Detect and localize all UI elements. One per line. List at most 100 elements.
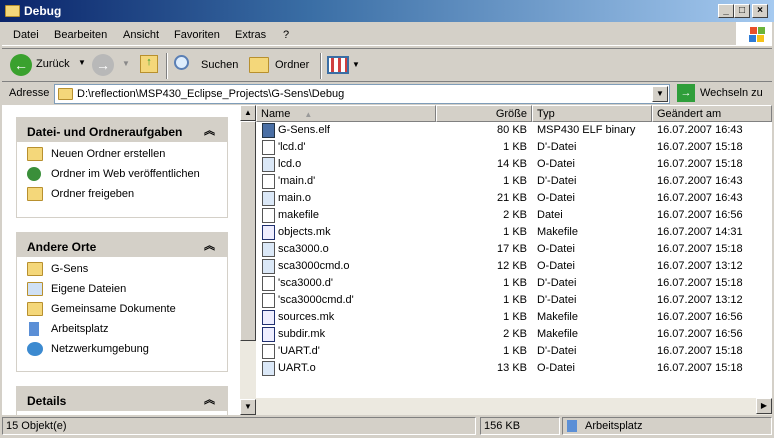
folders-label: Ordner	[275, 59, 310, 71]
folders-button[interactable]: Ordner	[247, 53, 315, 77]
menu-bearbeiten[interactable]: Bearbeiten	[54, 29, 107, 41]
forward-dropdown-icon[interactable]: ▼	[122, 59, 130, 68]
table-row[interactable]: makefile 2 KB Datei 16.07.2007 16:56	[256, 207, 772, 224]
toolbar: ← Zurück ▼ → ▼ ↑ Suchen Ordner ▼	[2, 48, 772, 80]
minimize-button[interactable]: _	[718, 4, 734, 18]
file-modified: 16.07.2007 15:18	[657, 345, 743, 357]
table-row[interactable]: subdir.mk 2 KB Makefile 16.07.2007 16:56	[256, 326, 772, 343]
file-size: 12 KB	[497, 260, 527, 272]
menu-datei[interactable]: Datei	[13, 29, 39, 41]
other-places-header[interactable]: Andere Orte ︽	[17, 233, 227, 257]
file-size: 13 KB	[497, 362, 527, 374]
windows-logo-icon	[736, 22, 772, 46]
scroll-right-button[interactable]: ▶	[756, 398, 772, 414]
file-type: D'-Datei	[537, 277, 577, 289]
menu-favoriten[interactable]: Favoriten	[174, 29, 220, 41]
table-row[interactable]: sca3000.o 17 KB O-Datei 16.07.2007 15:18	[256, 241, 772, 258]
address-label: Adresse	[9, 87, 50, 99]
status-count: 15 Objekt(e)	[2, 417, 476, 435]
address-input[interactable]: D:\reflection\MSP430_Eclipse_Projects\G-…	[54, 84, 670, 104]
menu-help[interactable]: ?	[283, 29, 289, 41]
column-header-name[interactable]: Name ▲	[256, 105, 436, 122]
sort-ascending-icon: ▲	[304, 110, 313, 119]
file-type: D'-Datei	[537, 345, 577, 357]
column-header-type[interactable]: Typ	[532, 105, 652, 122]
views-button[interactable]: ▼	[327, 54, 361, 76]
task-share-folder[interactable]: Ordner freigeben	[17, 185, 227, 205]
column-header-modified[interactable]: Geändert am	[652, 105, 772, 122]
file-d-icon	[262, 174, 275, 189]
table-row[interactable]: 'sca3000cmd.d' 1 KB D'-Datei 16.07.2007 …	[256, 292, 772, 309]
table-row[interactable]: lcd.o 14 KB O-Datei 16.07.2007 15:18	[256, 156, 772, 173]
file-size: 2 KB	[503, 209, 527, 221]
table-row[interactable]: G-Sens.elf 80 KB MSP430 ELF binary 16.07…	[256, 122, 772, 139]
table-row[interactable]: 'lcd.d' 1 KB D'-Datei 16.07.2007 15:18	[256, 139, 772, 156]
search-icon	[174, 55, 189, 70]
place-g-sens[interactable]: G-Sens	[17, 260, 227, 280]
file-size: 1 KB	[503, 175, 527, 187]
address-dropdown-button[interactable]: ▼	[652, 86, 668, 102]
task-publish-web[interactable]: Ordner im Web veröffentlichen	[17, 165, 227, 185]
file-size: 21 KB	[497, 192, 527, 204]
back-label: Zurück	[36, 58, 70, 70]
task-pane: Datei- und Ordneraufgaben ︽ Neuen Ordner …	[2, 105, 240, 415]
scroll-up-button[interactable]: ▲	[240, 105, 256, 121]
collapse-icon[interactable]: ︽	[204, 237, 215, 253]
file-d-icon	[262, 276, 275, 291]
file-o-icon	[262, 191, 275, 206]
table-row[interactable]: sca3000cmd.o 12 KB O-Datei 16.07.2007 13…	[256, 258, 772, 275]
computer-icon	[567, 420, 577, 432]
file-type: D'-Datei	[537, 175, 577, 187]
file-modified: 16.07.2007 16:56	[657, 328, 743, 340]
column-header-size[interactable]: Größe	[436, 105, 532, 122]
search-button[interactable]: Suchen	[172, 53, 240, 77]
collapse-icon[interactable]: ︽	[204, 122, 215, 138]
table-row[interactable]: 'main.d' 1 KB D'-Datei 16.07.2007 16:43	[256, 173, 772, 190]
scroll-down-button[interactable]: ▼	[240, 399, 256, 415]
close-button[interactable]: ×	[752, 4, 768, 18]
scroll-thumb[interactable]	[240, 121, 256, 341]
collapse-icon[interactable]: ︽	[204, 391, 215, 407]
place-my-documents[interactable]: Eigene Dateien	[17, 280, 227, 300]
file-tasks-header[interactable]: Datei- und Ordneraufgaben ︽	[17, 118, 227, 142]
file-elf-icon	[262, 123, 275, 138]
back-button[interactable]: ← Zurück ▼	[8, 53, 88, 77]
table-row[interactable]: 'sca3000.d' 1 KB D'-Datei 16.07.2007 15:…	[256, 275, 772, 292]
back-dropdown-icon[interactable]: ▼	[78, 58, 86, 67]
file-modified: 16.07.2007 16:56	[657, 311, 743, 323]
place-network[interactable]: Netzwerkumgebung	[17, 340, 227, 360]
file-size: 1 KB	[503, 277, 527, 289]
documents-icon	[27, 282, 43, 296]
table-row[interactable]: main.o 21 KB O-Datei 16.07.2007 16:43	[256, 190, 772, 207]
file-o-icon	[262, 361, 275, 376]
place-shared-documents[interactable]: Gemeinsame Dokumente	[17, 300, 227, 320]
table-row[interactable]: 'UART.d' 1 KB D'-Datei 16.07.2007 15:18	[256, 343, 772, 360]
file-name: 'sca3000.d'	[278, 277, 333, 289]
go-button[interactable]: → Wechseln zu	[675, 83, 771, 103]
table-row[interactable]: UART.o 13 KB O-Datei 16.07.2007 15:18	[256, 360, 772, 377]
file-name: UART.o	[278, 362, 316, 374]
file-size: 1 KB	[503, 345, 527, 357]
table-row[interactable]: objects.mk 1 KB Makefile 16.07.2007 14:3…	[256, 224, 772, 241]
file-modified: 16.07.2007 13:12	[657, 260, 743, 272]
file-o-icon	[262, 242, 275, 257]
title-bar[interactable]: Debug _ □ ×	[0, 0, 774, 22]
up-folder-button[interactable]: ↑	[140, 55, 158, 73]
horizontal-scrollbar[interactable]: ▶	[256, 398, 772, 415]
task-new-folder[interactable]: Neuen Ordner erstellen	[17, 145, 227, 165]
forward-button[interactable]: →	[92, 54, 114, 76]
status-size: 156 KB	[480, 417, 560, 435]
file-size: 1 KB	[503, 294, 527, 306]
menu-ansicht[interactable]: Ansicht	[123, 29, 159, 41]
maximize-button[interactable]: □	[734, 4, 750, 18]
task-pane-scrollbar[interactable]: ▲ ▼	[240, 105, 256, 415]
table-row[interactable]: sources.mk 1 KB Makefile 16.07.2007 16:5…	[256, 309, 772, 326]
place-my-computer[interactable]: Arbeitsplatz	[17, 320, 227, 340]
menu-extras[interactable]: Extras	[235, 29, 266, 41]
details-header[interactable]: Details ︽	[17, 387, 227, 411]
folder-icon	[58, 88, 73, 100]
file-size: 17 KB	[497, 243, 527, 255]
file-name: 'UART.d'	[278, 345, 320, 357]
file-d-icon	[262, 140, 275, 155]
file-list: Name ▲ Größe Typ Geändert am G-Sens.elf 8…	[256, 105, 772, 398]
